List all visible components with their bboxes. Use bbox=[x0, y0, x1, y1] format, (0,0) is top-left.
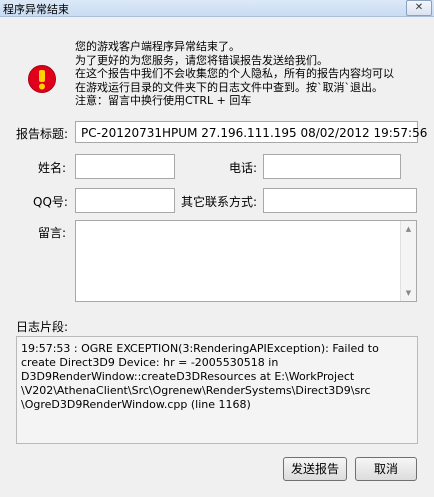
name-label: 姓名: bbox=[38, 161, 67, 175]
other-contact-field[interactable] bbox=[263, 188, 417, 213]
message-line: 在游戏运行目录的文件夹下的日志文件中查到。按`取消`退出。 bbox=[75, 80, 383, 94]
phone-field[interactable] bbox=[263, 154, 401, 179]
other-contact-label: 其它联系方式: bbox=[181, 195, 258, 209]
message-line: 在这个报告中我们不会收集您的个人隐私，所有的报告内容均可以 bbox=[75, 67, 394, 80]
error-icon bbox=[28, 65, 56, 93]
window-title: 程序异常结束 bbox=[3, 3, 69, 16]
message-line: 注意：留言中换行使用CTRL + 回车 bbox=[75, 94, 252, 107]
message-textarea[interactable]: ▲ ▼ bbox=[75, 220, 417, 302]
title-bar: 程序异常结束 ✕ bbox=[0, 0, 434, 17]
close-button[interactable]: ✕ bbox=[406, 0, 432, 16]
message-label: 留言: bbox=[38, 226, 67, 240]
phone-label: 电话: bbox=[229, 161, 258, 175]
message-line: 您的游戏客户端程序异常结束了。 bbox=[75, 40, 240, 53]
log-label: 日志片段: bbox=[16, 320, 69, 334]
send-report-button[interactable]: 发送报告 bbox=[283, 457, 347, 481]
report-title-value: PC-20120731HPUM 27.196.111.195 08/02/201… bbox=[81, 126, 428, 140]
cancel-button[interactable]: 取消 bbox=[355, 457, 417, 481]
qq-label: QQ号: bbox=[33, 195, 68, 209]
name-field[interactable] bbox=[75, 154, 175, 179]
error-message: 您的游戏客户端程序异常结束了。 为了更好的为您服务，请您将错误报告发送给我们。 … bbox=[75, 40, 425, 108]
qq-field[interactable] bbox=[75, 188, 175, 213]
scroll-up-icon[interactable]: ▲ bbox=[401, 221, 416, 237]
message-line: 为了更好的为您服务，请您将错误报告发送给我们。 bbox=[75, 53, 328, 67]
scroll-down-icon[interactable]: ▼ bbox=[401, 285, 416, 301]
log-snippet: 19:57:53 : OGRE EXCEPTION(3:RenderingAPI… bbox=[16, 336, 418, 444]
log-text: 19:57:53 : OGRE EXCEPTION(3:RenderingAPI… bbox=[21, 342, 379, 411]
report-title-field[interactable]: PC-20120731HPUM 27.196.111.195 08/02/201… bbox=[75, 121, 427, 143]
report-title-label: 报告标题: bbox=[16, 127, 69, 141]
message-scrollbar[interactable]: ▲ ▼ bbox=[400, 221, 416, 301]
